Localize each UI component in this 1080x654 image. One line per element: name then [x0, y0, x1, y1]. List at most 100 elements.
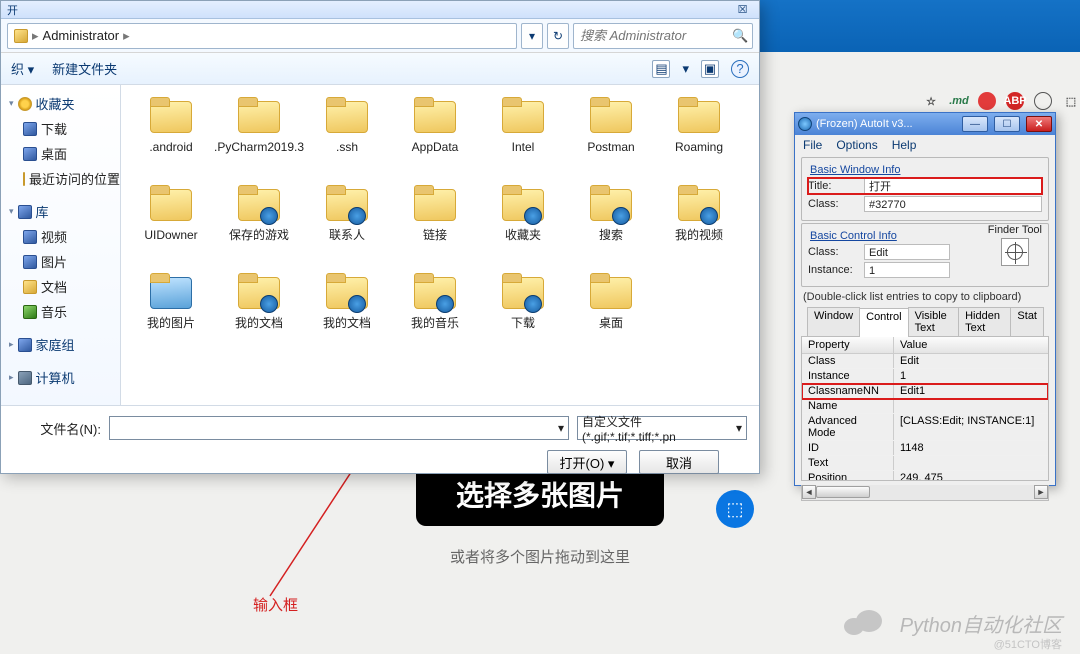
folder-item[interactable]: Roaming: [657, 97, 741, 177]
finder-target[interactable]: [1001, 238, 1029, 266]
folder-label: Intel: [512, 141, 535, 154]
folder-item[interactable]: 桌面: [569, 273, 653, 353]
folder-item[interactable]: 我的文档: [305, 273, 389, 353]
scroll-right-icon[interactable]: ►: [1034, 485, 1048, 499]
table-row[interactable]: Advanced Mode[CLASS:Edit; INSTANCE:1]: [802, 414, 1048, 441]
table-row[interactable]: Name: [802, 399, 1048, 414]
system-menu-icon[interactable]: ☒: [732, 3, 753, 17]
folder-item[interactable]: Intel: [481, 97, 565, 177]
breadcrumb-item[interactable]: Administrator: [43, 28, 120, 43]
table-row[interactable]: ID1148: [802, 441, 1048, 456]
folder-item[interactable]: 下载: [481, 273, 565, 353]
property-table[interactable]: Property Value ClassEditInstance1Classna…: [801, 337, 1049, 481]
prop-name: Name: [802, 399, 894, 413]
folder-item[interactable]: AppData: [393, 97, 477, 177]
history-dropdown-button[interactable]: ▾: [521, 23, 543, 49]
folder-icon: [674, 185, 724, 225]
cancel-button[interactable]: 取消: [639, 450, 719, 474]
value-ctrl-class[interactable]: Edit: [864, 244, 950, 260]
dropdown-icon[interactable]: ▾: [558, 421, 564, 435]
folder-item[interactable]: 我的视频: [657, 185, 741, 265]
dropbox-button[interactable]: ⬚: [716, 490, 754, 528]
star-icon[interactable]: ☆: [922, 92, 940, 110]
table-row[interactable]: ClassnameNNEdit1: [802, 384, 1048, 399]
folder-item[interactable]: Postman: [569, 97, 653, 177]
tab-visible-text[interactable]: Visible Text: [908, 307, 960, 336]
search-input[interactable]: [580, 28, 732, 43]
folder-label: AppData: [412, 141, 459, 154]
breadcrumb[interactable]: ▸ Administrator ▸: [7, 23, 517, 49]
table-row[interactable]: ClassEdit: [802, 354, 1048, 369]
inspector-titlebar[interactable]: (Frozen) AutoIt v3... — ☐ ✕: [795, 113, 1055, 135]
tab-control[interactable]: Control: [859, 308, 908, 337]
preview-pane-icon[interactable]: ▣: [701, 60, 719, 78]
annotation-label: 输入框: [253, 594, 298, 615]
folder-item[interactable]: 搜索: [569, 185, 653, 265]
menu-options[interactable]: Options: [836, 138, 877, 152]
folder-item[interactable]: .PyCharm2019.3: [217, 97, 301, 177]
folder-item[interactable]: .android: [129, 97, 213, 177]
minimize-button[interactable]: —: [962, 116, 988, 132]
row-class: Class: #32770: [808, 196, 1042, 212]
folder-label: 搜索: [599, 229, 623, 242]
folder-item[interactable]: 我的图片: [129, 273, 213, 353]
box-icon[interactable]: ⬚: [1062, 92, 1080, 110]
folder-item[interactable]: 联系人: [305, 185, 389, 265]
menu-file[interactable]: File: [803, 138, 822, 152]
square-icon[interactable]: [1034, 92, 1052, 110]
sidebar-item-videos[interactable]: 视频: [7, 224, 116, 249]
desktop-icon: [23, 147, 37, 161]
table-row[interactable]: Text: [802, 456, 1048, 471]
drag-hint: 或者将多个图片拖动到这里: [0, 546, 1080, 567]
sidebar-item-recent[interactable]: 最近访问的位置: [7, 166, 116, 191]
abp-icon[interactable]: ABP: [1006, 92, 1024, 110]
sidebar-item-desktop[interactable]: 桌面: [7, 141, 116, 166]
tab-window[interactable]: Window: [807, 307, 860, 336]
file-list[interactable]: .android.PyCharm2019.3.ssh AppData Intel Po…: [121, 85, 759, 405]
sidebar-item-pictures[interactable]: 图片: [7, 249, 116, 274]
refresh-button[interactable]: ↻: [547, 23, 569, 49]
filename-combo[interactable]: ▾: [109, 416, 569, 440]
view-mode-icon[interactable]: ▤: [652, 60, 670, 78]
table-row[interactable]: Position249, 475: [802, 471, 1048, 481]
value-instance[interactable]: 1: [864, 262, 950, 278]
folder-item[interactable]: 保存的游戏: [217, 185, 301, 265]
sidebar-group-favorites[interactable]: ▾收藏夹: [7, 91, 116, 116]
sidebar-group-computer[interactable]: ▸计算机: [7, 365, 116, 390]
view-dropdown-icon[interactable]: ▾: [682, 61, 689, 77]
folder-item[interactable]: 我的文档: [217, 273, 301, 353]
folder-item[interactable]: .ssh: [305, 97, 389, 177]
organize-button[interactable]: 织 ▾: [11, 59, 34, 78]
open-button[interactable]: 打开(O) ▾: [547, 450, 627, 474]
folder-item[interactable]: 我的音乐: [393, 273, 477, 353]
close-button[interactable]: ✕: [1026, 116, 1052, 132]
menu-help[interactable]: Help: [892, 138, 917, 152]
finder-tool[interactable]: Finder Tool: [988, 224, 1042, 266]
filename-input[interactable]: [114, 418, 558, 438]
file-filter-combo[interactable]: 自定义文件 (*.gif;*.tif;*.tiff;*.pn ▾: [577, 416, 747, 440]
horizontal-scrollbar[interactable]: ◄ ►: [801, 485, 1049, 501]
sidebar-item-downloads[interactable]: 下载: [7, 116, 116, 141]
help-icon[interactable]: ?: [731, 60, 749, 78]
new-folder-button[interactable]: 新建文件夹: [52, 59, 117, 78]
sidebar-group-homegroup[interactable]: ▸家庭组: [7, 332, 116, 357]
table-row[interactable]: Instance1: [802, 369, 1048, 384]
value-class[interactable]: #32770: [864, 196, 1042, 212]
red-dot-icon[interactable]: [978, 92, 996, 110]
search-box[interactable]: 🔍: [573, 23, 753, 49]
sidebar-item-music[interactable]: 音乐: [7, 299, 116, 324]
prop-value: [894, 456, 1048, 470]
maximize-button[interactable]: ☐: [994, 116, 1020, 132]
md-icon[interactable]: .md: [950, 92, 968, 110]
folder-item[interactable]: 链接: [393, 185, 477, 265]
folder-item[interactable]: 收藏夹: [481, 185, 565, 265]
tab-status[interactable]: Stat: [1010, 307, 1044, 336]
scroll-left-icon[interactable]: ◄: [802, 485, 816, 499]
scroll-thumb[interactable]: [816, 486, 870, 498]
tab-hidden-text[interactable]: Hidden Text: [958, 307, 1011, 336]
value-title[interactable]: 打开: [864, 178, 1042, 194]
folder-item[interactable]: UIDowner: [129, 185, 213, 265]
sidebar-item-documents[interactable]: 文档: [7, 274, 116, 299]
sidebar-group-libraries[interactable]: ▾库: [7, 199, 116, 224]
dropdown-icon[interactable]: ▾: [736, 421, 742, 435]
